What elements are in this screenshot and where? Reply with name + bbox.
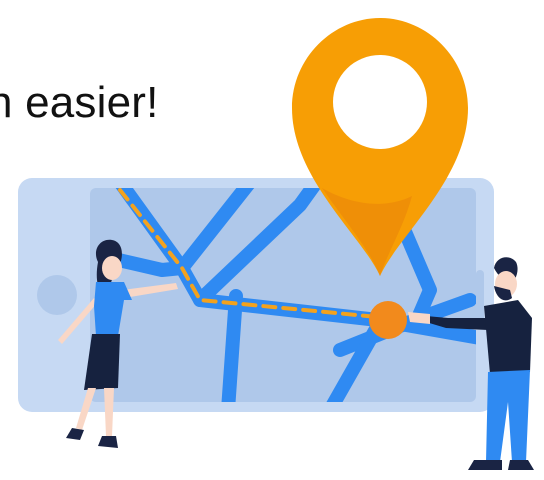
man-shoe-left <box>468 460 502 470</box>
man-sweater <box>484 300 532 374</box>
destination-dot <box>369 301 407 339</box>
woman-head <box>102 256 122 280</box>
man-jeans <box>486 370 530 462</box>
pin-hole <box>333 55 427 149</box>
woman-shoe-left <box>66 428 84 440</box>
phone-home-button <box>37 275 77 315</box>
road-center-vertical <box>221 289 243 402</box>
map-navigation-illustration <box>18 18 534 470</box>
woman-leg-right <box>104 388 114 436</box>
man-shoe-right <box>508 460 534 470</box>
phone-speaker <box>476 270 484 322</box>
woman-shoe-right <box>98 436 118 448</box>
